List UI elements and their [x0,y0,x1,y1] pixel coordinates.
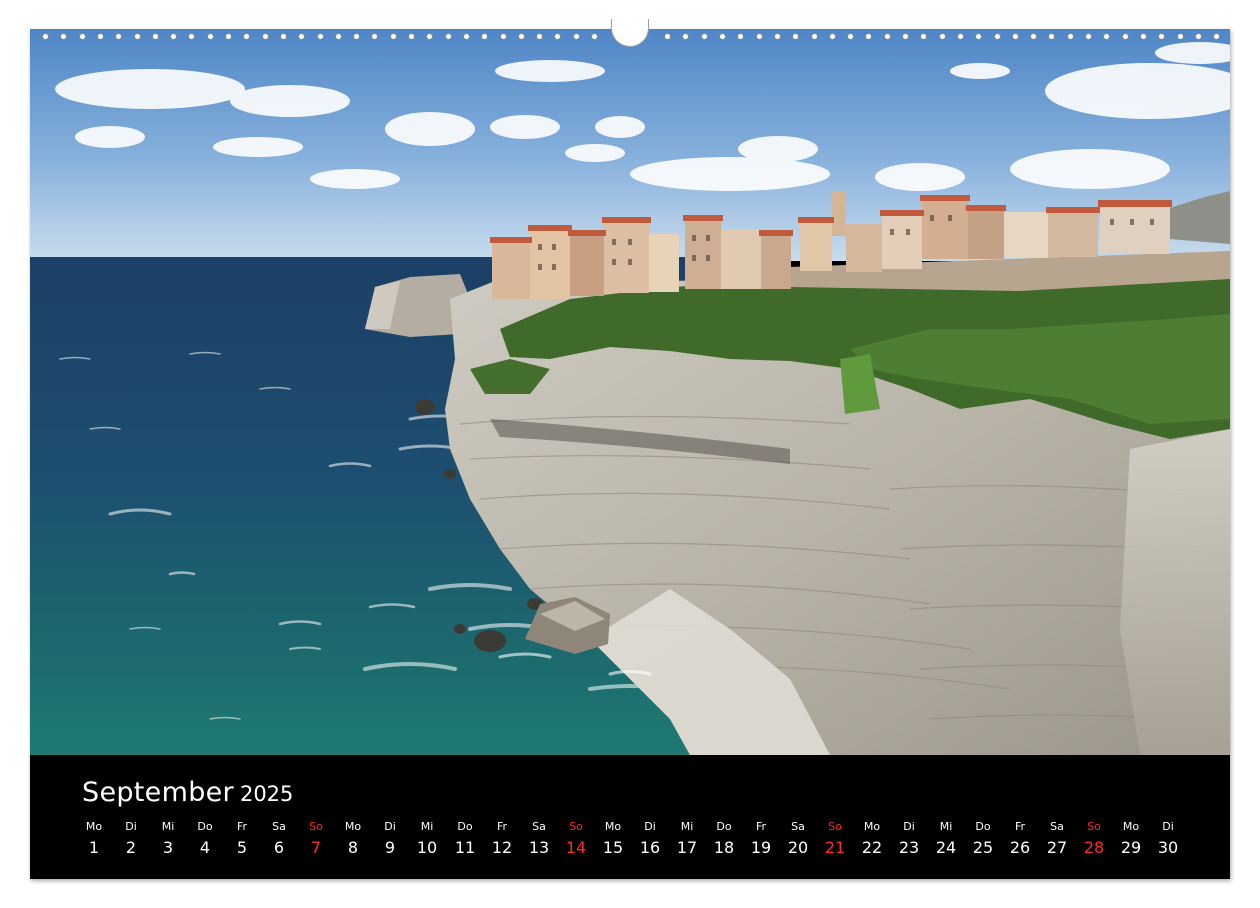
day-number: 1 [88,838,100,857]
day-number: 30 [1157,838,1179,857]
day-number: 29 [1120,838,1142,857]
weekday-label: Di [384,820,396,833]
weekday-label: Fr [1014,820,1026,833]
weekday-label: Di [1162,820,1174,833]
weekday-label: Sa [1050,820,1064,833]
coastal-cliff-town-photo [30,29,1230,755]
weekday-label: Mi [161,820,175,833]
day-number: 5 [236,838,248,857]
day-number: 27 [1046,838,1068,857]
weekday-label: So [828,820,842,833]
weekday-label: Di [903,820,915,833]
weekday-label: Fr [496,820,508,833]
weekday-label: Do [716,820,732,833]
day-number: 2 [125,838,137,857]
weekday-label: Mi [420,820,434,833]
weekday-label: Sa [532,820,546,833]
weekday-label: So [569,820,583,833]
day-number: 18 [713,838,735,857]
day-number: 22 [861,838,883,857]
day-number: 11 [454,838,476,857]
weekday-label: So [1087,820,1101,833]
calendar-page: September 2025 Mo 1 Di 2 Mi 3 Do 4 Fr 5 Sa 6 So 7 Mo 8 Di… [30,29,1230,879]
weekday-label: Sa [272,820,286,833]
day-number: 10 [416,838,438,857]
weekday-label: Fr [755,820,767,833]
weekday-label: Sa [791,820,805,833]
day-number: 23 [898,838,920,857]
day-number: 3 [162,838,174,857]
weekday-label: Di [644,820,656,833]
day-number: 4 [199,838,211,857]
day-number: 9 [384,838,396,857]
day-number: 14 [565,838,587,857]
weekday-label: Mo [1122,820,1140,833]
weekday-label: So [309,820,323,833]
weekday-label: Mi [680,820,694,833]
day-number: 28 [1083,838,1105,857]
weekday-label: Mo [85,820,103,833]
weekday-label: Mo [604,820,622,833]
weekday-label: Do [975,820,991,833]
weekday-label: Do [457,820,473,833]
weekday-label: Mo [863,820,881,833]
month-name: September [82,777,234,808]
calendar-strip: September 2025 Mo 1 Di 2 Mi 3 Do 4 Fr 5 Sa 6 So 7 Mo 8 Di… [30,755,1230,879]
day-number: 17 [676,838,698,857]
day-number: 19 [750,838,772,857]
month-title: September 2025 [82,777,293,808]
day-number: 15 [602,838,624,857]
day-number: 16 [639,838,661,857]
day-number: 21 [824,838,846,857]
day-number: 13 [528,838,550,857]
day-number: 6 [273,838,285,857]
day-number: 26 [1009,838,1031,857]
month-year: 2025 [239,782,294,806]
weekday-label: Di [125,820,137,833]
day-number: 20 [787,838,809,857]
day-number: 25 [972,838,994,857]
weekday-label: Do [197,820,213,833]
weekday-label: Fr [236,820,248,833]
weekday-label: Mi [939,820,953,833]
weekday-label: Mo [344,820,362,833]
day-number: 8 [347,838,359,857]
day-number: 7 [310,838,322,857]
day-number: 12 [491,838,513,857]
day-number: 24 [935,838,957,857]
